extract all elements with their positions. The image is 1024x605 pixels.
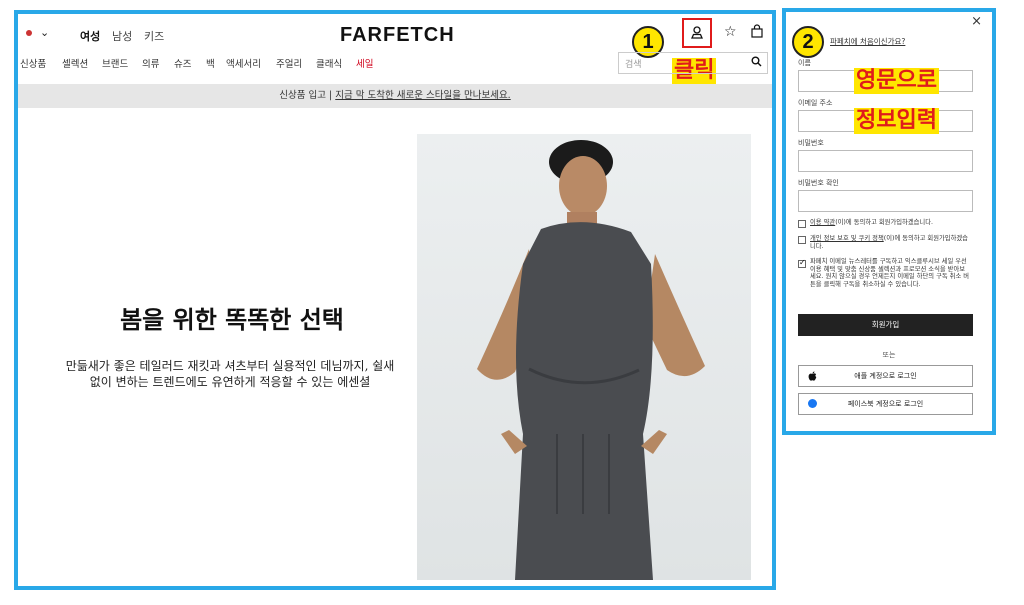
terms-link[interactable]: 이용 약관 [810,219,835,226]
nav-item-selection[interactable]: 셀렉션 [62,56,88,70]
terms-consent-text: (이)에 동의하고 회원가입하겠습니다. [835,219,934,226]
tab-kids[interactable]: 키즈 [144,28,164,44]
password-label: 비밀번호 [798,139,824,147]
wishlist-star-icon[interactable]: ☆ [724,24,737,40]
email-label: 이메일 주소 [798,99,833,107]
name-label: 이름 [798,59,811,67]
chevron-down-icon[interactable]: ⌄ [40,26,49,39]
newsletter-checkbox[interactable] [798,258,806,268]
privacy-link[interactable]: 개인 정보 보호 및 쿠키 정책 [810,235,884,242]
tab-men[interactable]: 남성 [112,28,132,44]
nav-item-bags[interactable]: 백 [206,56,215,70]
brand-logo[interactable]: FARFETCH [340,24,455,47]
banner-link[interactable]: 지금 막 도착한 새로운 스타일을 만나보세요. [335,90,510,101]
password-confirm-label: 비밀번호 확인 [798,179,839,187]
nav-item-shoes[interactable]: 슈즈 [174,56,191,70]
store-page-frame: ⌄ 여성 남성 키즈 FARFETCH ☆ 1 클릭 신상품 셀렉션 브랜드 의… [14,10,776,590]
nav-item-brands[interactable]: 브랜드 [102,56,128,70]
search-input[interactable]: 검색 [618,52,768,74]
nav-item-classic[interactable]: 클래식 [316,56,342,70]
hero-headline: 봄을 위한 똑똑한 선택 [120,306,344,334]
promo-banner: 신상품 입고 | 지금 막 도착한 새로운 스타일을 만나보세요. [18,84,772,108]
english-annotation: 영문으로 [854,68,939,94]
hero-body: 만듦새가 좋은 테일러드 재킷과 셔츠부터 실용적인 데님까지, 쉴새 없이 변… [65,359,395,389]
facebook-login-button[interactable]: 페이스북 계정으로 로그인 [798,393,973,415]
step-2-badge: 2 [792,26,824,58]
search-placeholder: 검색 [625,60,642,70]
banner-prefix: 신상품 입고 | [279,90,333,101]
nav-item-accessories[interactable]: 액세서리 [226,56,261,70]
tab-women[interactable]: 여성 [80,28,100,44]
user-icon [691,26,703,39]
nav-item-jewelry[interactable]: 주얼리 [276,56,302,70]
privacy-checkbox[interactable] [798,236,806,244]
apple-icon [808,366,817,389]
country-flag-icon[interactable] [26,30,32,36]
or-divider: 또는 [882,351,896,359]
search-icon[interactable] [751,56,762,70]
account-button[interactable] [682,18,712,48]
password-field[interactable] [798,150,973,172]
terms-checkbox[interactable] [798,220,806,228]
model-illustration [477,140,705,580]
header: ⌄ 여성 남성 키즈 FARFETCH ☆ 1 클릭 신상품 셀렉션 브랜드 의… [18,14,772,84]
nav-item-new[interactable]: 신상품 [20,56,46,70]
password-confirm-field[interactable] [798,190,973,212]
shopping-bag-icon[interactable] [750,24,764,42]
privacy-text: 개인 정보 보호 및 쿠키 정책(이)에 동의하고 회원가입하겠습니다. [810,235,970,250]
hero-image[interactable] [417,134,751,580]
nav-item-clothing[interactable]: 의류 [142,56,159,70]
signup-button[interactable]: 회원가입 [798,314,973,336]
apple-login-label: 애플 계정으로 로그인 [854,372,917,380]
close-icon[interactable]: × [971,14,982,29]
terms-text: 이용 약관(이)에 동의하고 회원가입하겠습니다. [810,219,970,227]
nav-item-sale[interactable]: 세일 [356,56,373,70]
newsletter-text: 파페치 이메일 뉴스레터를 구독하고 익스클루시브 세일 우선 이용 혜택 및 … [810,258,970,288]
facebook-icon [808,399,817,408]
signup-dialog-frame: × 2 파페치에 처음이신가요? 이름 이메일 주소 비밀번호 비밀번호 확인 … [782,8,996,435]
facebook-login-label: 페이스북 계정으로 로그인 [847,400,924,408]
new-customer-prompt[interactable]: 파페치에 처음이신가요? [830,36,905,47]
apple-login-button[interactable]: 애플 계정으로 로그인 [798,365,973,387]
enter-info-annotation: 정보입력 [854,108,939,134]
